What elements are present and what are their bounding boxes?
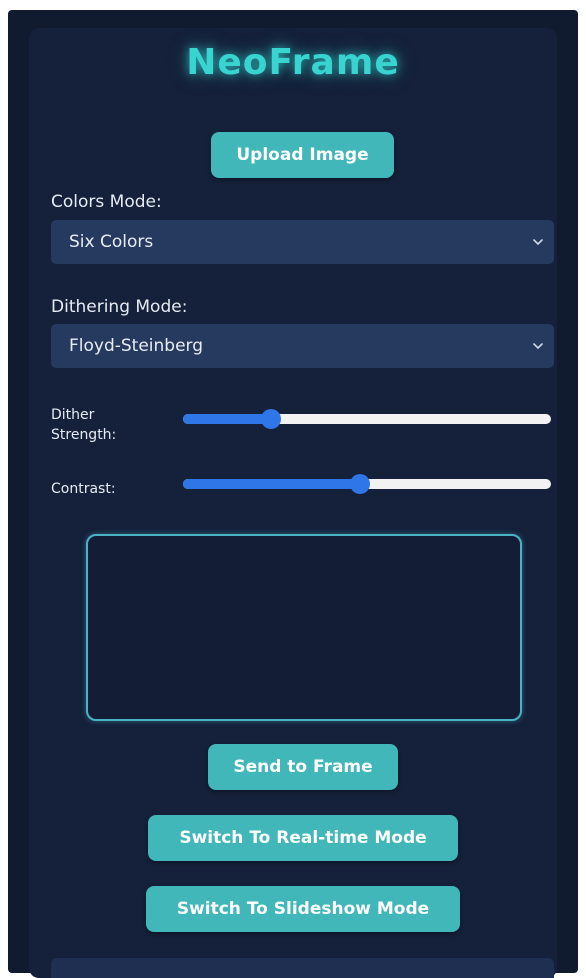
dither-strength-label-line1: Dither bbox=[51, 407, 95, 423]
slideshow-mode-button[interactable]: Switch To Slideshow Mode bbox=[146, 886, 460, 932]
image-preview bbox=[86, 534, 522, 721]
realtime-mode-button[interactable]: Switch To Real-time Mode bbox=[148, 815, 458, 861]
contrast-label: Contrast: bbox=[51, 481, 116, 497]
dithering-mode-label: Dithering Mode: bbox=[51, 297, 188, 317]
dither-strength-slider[interactable] bbox=[183, 409, 551, 429]
colors-mode-label: Colors Mode: bbox=[51, 192, 162, 212]
colors-mode-select[interactable]: Six Colors bbox=[51, 220, 554, 264]
colors-mode-value: Six Colors bbox=[69, 232, 154, 252]
send-to-frame-button[interactable]: Send to Frame bbox=[208, 744, 398, 790]
upload-image-button[interactable]: Upload Image bbox=[211, 132, 394, 178]
contrast-slider[interactable] bbox=[183, 474, 551, 494]
app-title: NeoFrame bbox=[186, 42, 400, 83]
dithering-mode-value: Floyd-Steinberg bbox=[69, 336, 204, 356]
dithering-mode-select[interactable]: Floyd-Steinberg bbox=[51, 324, 554, 368]
dither-strength-label: Dither Strength: bbox=[51, 405, 116, 445]
chevron-down-icon bbox=[533, 343, 543, 350]
chevron-down-icon bbox=[533, 239, 543, 246]
dither-strength-label-line2: Strength: bbox=[51, 427, 117, 443]
slider-thumb[interactable] bbox=[349, 474, 370, 494]
slider-fill bbox=[183, 414, 272, 424]
slider-thumb[interactable] bbox=[261, 409, 282, 429]
slider-fill bbox=[183, 479, 360, 489]
bottom-bar bbox=[51, 958, 554, 978]
